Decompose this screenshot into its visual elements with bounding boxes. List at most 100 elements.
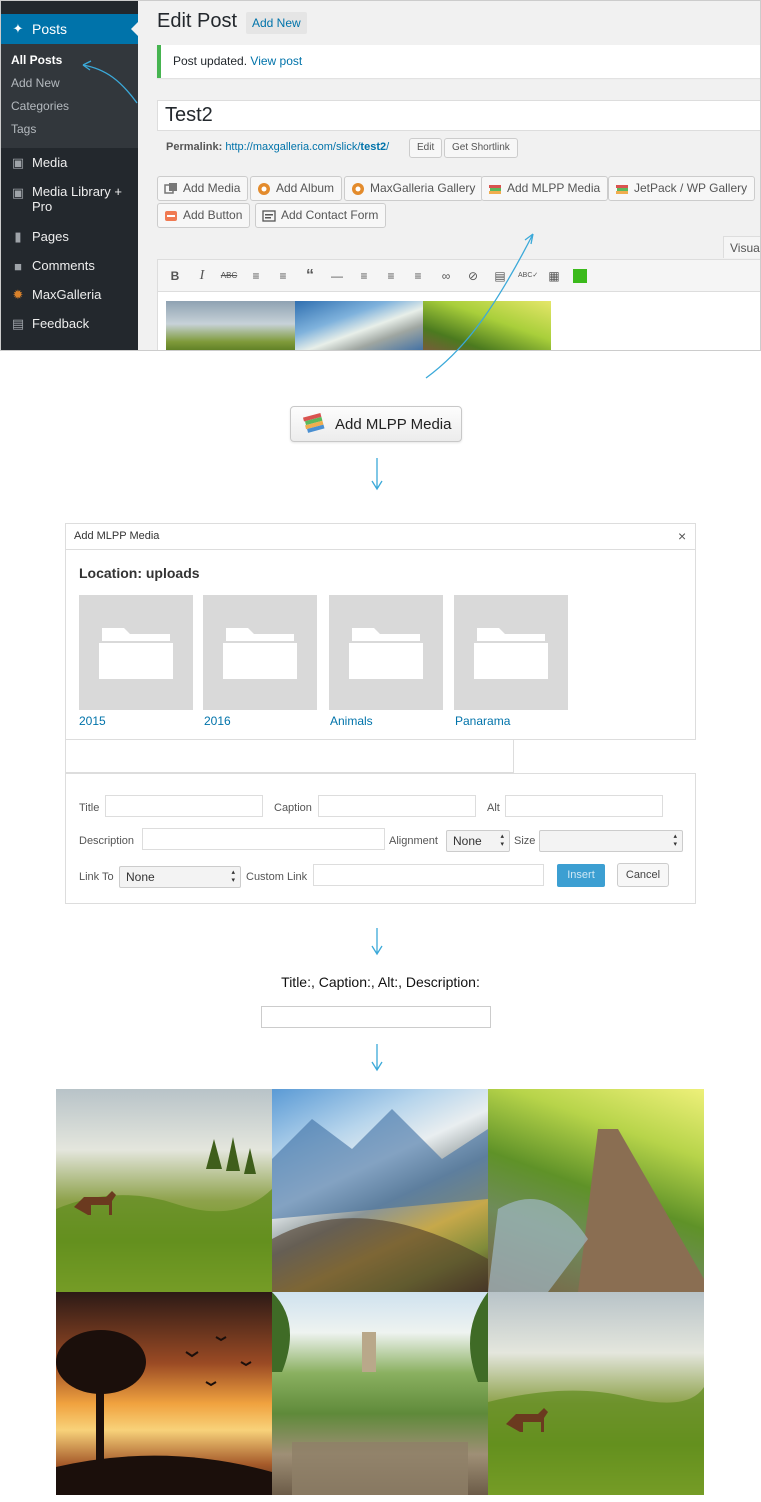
mlpp-books-icon: [616, 184, 628, 194]
location-heading: Location: uploads: [79, 565, 200, 581]
media-icon: ▣: [11, 155, 25, 170]
button-label: Add Button: [183, 208, 243, 222]
align-center-icon[interactable]: ≡: [382, 268, 400, 284]
folder-label[interactable]: 2016: [204, 714, 231, 728]
submenu-add-new[interactable]: Add New: [11, 76, 60, 90]
pointer-arrow: [425, 233, 534, 379]
button-label: MaxGalleria Gallery: [370, 181, 476, 195]
close-icon[interactable]: ×: [678, 528, 686, 544]
button-label: JetPack / WP Gallery: [634, 181, 748, 195]
folder-label[interactable]: 2015: [79, 714, 106, 728]
title-input[interactable]: [105, 795, 263, 817]
permalink: Permalink: http://maxgalleria.com/slick/…: [166, 141, 389, 153]
tree-silhouette: [56, 1330, 272, 1495]
sidebar-item-label: Media: [32, 155, 68, 170]
folder-panarama[interactable]: [454, 595, 568, 710]
page-title: Edit Post: [157, 10, 238, 32]
horizontal-rule-icon[interactable]: —: [328, 268, 346, 284]
button-label: Add Media: [183, 181, 241, 195]
maxgalleria-gallery-button[interactable]: MaxGalleria Gallery: [344, 176, 484, 201]
color-square-icon[interactable]: [573, 269, 587, 283]
feedback-icon: ▤: [11, 316, 25, 331]
gallery-image-horse-meadow: [56, 1089, 272, 1292]
mlpp-books-icon: [489, 184, 501, 194]
gallery-image-village: [272, 1292, 488, 1495]
gallery-image-horse-meadow-2: [488, 1292, 704, 1495]
add-button-button[interactable]: Add Button: [157, 203, 251, 228]
submenu-tags[interactable]: Tags: [11, 122, 36, 136]
button-label: Add MLPP Media: [335, 415, 452, 433]
sidebar-item-media-library[interactable]: ▣ Media Library + Pro: [1, 184, 138, 214]
maxgalleria-icon: ✹: [12, 287, 24, 302]
align-left-icon[interactable]: ≡: [355, 268, 373, 284]
numbered-list-icon[interactable]: ≡: [274, 268, 292, 284]
link-to-select[interactable]: None: [119, 866, 241, 888]
description-label: Description: [79, 835, 135, 847]
sidebar-item-maxgalleria[interactable]: ✹ MaxGalleria: [1, 287, 138, 303]
add-media-button[interactable]: Add Media: [157, 176, 249, 201]
wp-admin-screenshot: ✦ Posts All Posts Add New Categories Tag…: [0, 0, 761, 351]
dialog-title: Add MLPP Media: [66, 524, 695, 550]
label-line-1: Media Library +: [32, 184, 122, 199]
description-input[interactable]: [142, 828, 385, 850]
caption-input[interactable]: [318, 795, 476, 817]
sidebar-item-posts[interactable]: ✦ Posts: [1, 14, 138, 44]
folder-label[interactable]: Animals: [330, 714, 373, 728]
fields-caption: Title:, Caption:, Alt:, Description:: [281, 974, 480, 990]
permalink-label: Permalink:: [166, 141, 223, 153]
button-label: Add Album: [276, 181, 335, 195]
sidebar-item-feedback[interactable]: ▤ Feedback: [1, 316, 138, 332]
folder-icon: [221, 627, 299, 681]
button-label: Add MLPP Media: [507, 181, 601, 195]
label-line-2: Pro: [32, 199, 53, 214]
bold-icon[interactable]: B: [166, 268, 184, 284]
sidebar-item-comments[interactable]: ■ Comments: [1, 258, 138, 274]
mlpp-books-icon: [302, 412, 325, 433]
add-mlpp-media-button[interactable]: Add MLPP Media: [481, 176, 609, 201]
add-contact-form-button[interactable]: Add Contact Form: [255, 203, 387, 228]
add-mlpp-media-button-large[interactable]: Add MLPP Media: [290, 406, 462, 442]
bullet-list-icon[interactable]: ≡: [247, 268, 265, 284]
size-select[interactable]: [539, 830, 683, 852]
view-post-link[interactable]: View post: [250, 54, 302, 68]
get-shortlink-button[interactable]: Get Shortlink: [444, 138, 518, 158]
alignment-select[interactable]: None: [446, 830, 510, 852]
folder-2016[interactable]: [203, 595, 317, 710]
alt-input[interactable]: [505, 795, 663, 817]
custom-link-input[interactable]: [313, 864, 544, 886]
folder-icon: [472, 627, 550, 681]
submenu-categories[interactable]: Categories: [11, 99, 69, 113]
post-title-input[interactable]: Test2: [157, 100, 760, 131]
caption-label: Caption: [274, 802, 312, 814]
folder-label[interactable]: Panarama: [455, 714, 510, 728]
gallery-image-forest-path: [488, 1089, 704, 1292]
contact-form-icon: [262, 209, 276, 222]
fields-input[interactable]: [261, 1006, 491, 1028]
pointer-arrow: [82, 60, 138, 104]
tab-visual[interactable]: Visual: [723, 236, 760, 258]
media-library-icon: ▣: [11, 184, 25, 200]
cancel-button[interactable]: Cancel: [617, 863, 669, 887]
permalink-slug: test2: [360, 141, 387, 153]
keyboard-icon[interactable]: ▦: [545, 268, 563, 284]
alt-label: Alt: [487, 802, 500, 814]
insert-button[interactable]: Insert: [557, 864, 605, 887]
permalink-url[interactable]: http://maxgalleria.com/slick/test2/: [225, 141, 389, 153]
permalink-edit-button[interactable]: Edit: [409, 138, 443, 158]
page: ✦ Posts All Posts Add New Categories Tag…: [0, 0, 761, 1502]
strikethrough-icon[interactable]: ABC: [220, 268, 238, 284]
button-label: Add Contact Form: [281, 208, 379, 222]
sidebar-item-media[interactable]: ▣ Media: [1, 155, 138, 171]
sidebar-item-label: Posts: [32, 21, 68, 37]
folder-animals[interactable]: [329, 595, 443, 710]
sidebar-item-pages[interactable]: ▮ Pages: [1, 229, 138, 245]
village-shape: [272, 1292, 488, 1495]
italic-icon[interactable]: I: [193, 268, 211, 284]
submenu-all-posts[interactable]: All Posts: [11, 53, 62, 67]
blockquote-icon[interactable]: “: [301, 268, 319, 284]
mb-logo-icon: [165, 210, 177, 221]
add-album-button[interactable]: Add Album: [250, 176, 343, 201]
folder-2015[interactable]: [79, 595, 193, 710]
jetpack-gallery-button[interactable]: JetPack / WP Gallery: [608, 176, 756, 201]
add-new-button[interactable]: Add New: [246, 12, 307, 34]
